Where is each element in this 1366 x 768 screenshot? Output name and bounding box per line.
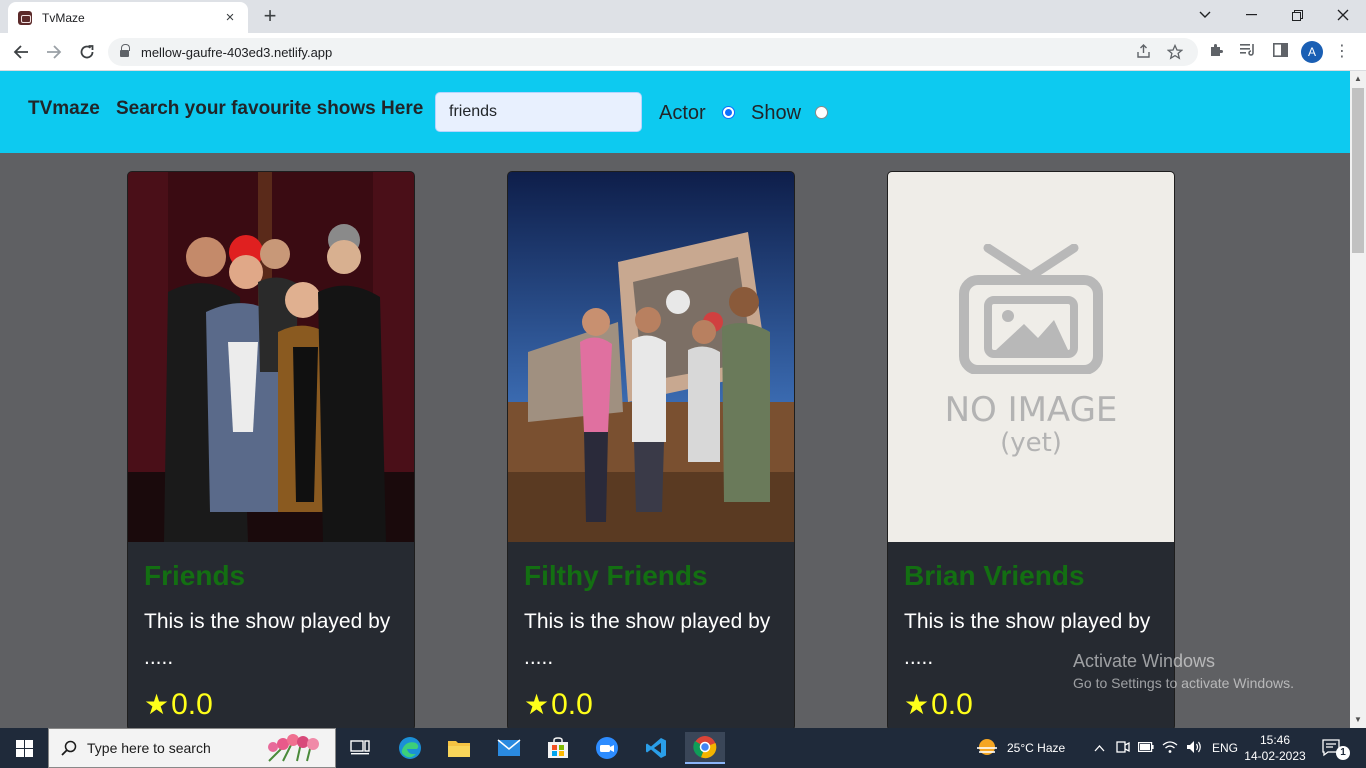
star-icon: ★ bbox=[524, 689, 550, 720]
windows-start-icon[interactable] bbox=[0, 728, 48, 768]
windows-taskbar: Type here to search 25°C Haze ENG 15:46 … bbox=[0, 728, 1366, 768]
watermark-subtitle: Go to Settings to activate Windows. bbox=[1073, 675, 1294, 691]
no-image-placeholder: NO IMAGE (yet) bbox=[888, 172, 1174, 542]
tab-title: TvMaze bbox=[42, 10, 85, 25]
side-panel-icon[interactable] bbox=[1270, 42, 1290, 62]
show-card[interactable]: Friends This is the show played by .....… bbox=[127, 171, 415, 731]
radio-show-label[interactable]: Show bbox=[751, 102, 801, 125]
show-title[interactable]: Filthy Friends bbox=[524, 560, 708, 592]
rating-value: 0.0 bbox=[171, 688, 213, 721]
zoom-icon[interactable] bbox=[587, 732, 627, 764]
watermark-title: Activate Windows bbox=[1073, 651, 1216, 671]
new-tab-button[interactable]: + bbox=[259, 4, 281, 28]
tab-search-icon[interactable] bbox=[1182, 0, 1228, 30]
address-bar[interactable]: mellow-gaufre-403ed3.netlify.app bbox=[108, 38, 1198, 66]
action-center-icon[interactable]: 1 bbox=[1322, 728, 1350, 768]
rating-value: 0.0 bbox=[931, 688, 973, 721]
kebab-menu-icon[interactable]: ⋮ bbox=[1334, 41, 1350, 63]
extensions-puzzle-icon[interactable] bbox=[1206, 42, 1226, 62]
share-icon[interactable] bbox=[1134, 44, 1152, 62]
notification-count-badge: 1 bbox=[1336, 746, 1350, 760]
input-language[interactable]: ENG bbox=[1212, 741, 1238, 755]
lock-icon[interactable] bbox=[120, 43, 130, 58]
show-title[interactable]: Brian Vriends bbox=[904, 560, 1085, 592]
rating-value: 0.0 bbox=[551, 688, 593, 721]
radio-actor-label[interactable]: Actor bbox=[659, 102, 706, 125]
chevron-up-icon[interactable] bbox=[1092, 741, 1106, 755]
taskbar-search-placeholder[interactable]: Type here to search bbox=[87, 740, 211, 756]
show-card[interactable]: NO IMAGE (yet) Brian Vriends This is the… bbox=[887, 171, 1175, 731]
radio-actor[interactable] bbox=[722, 106, 735, 119]
site-header: TVmaze Search your favourite shows Here … bbox=[0, 71, 1350, 153]
radio-show[interactable] bbox=[815, 106, 828, 119]
show-rating: ★0.0 bbox=[524, 688, 593, 722]
taskbar-search-box[interactable]: Type here to search bbox=[48, 728, 336, 768]
tulips-decoration-icon bbox=[268, 734, 319, 762]
star-icon: ★ bbox=[144, 689, 170, 720]
show-title[interactable]: Friends bbox=[144, 560, 245, 592]
search-input[interactable] bbox=[435, 92, 642, 132]
minimize-icon[interactable] bbox=[1228, 0, 1274, 30]
show-poster-image[interactable] bbox=[128, 172, 414, 542]
browser-tab[interactable]: TvMaze × bbox=[8, 2, 248, 33]
no-image-text: NO IMAGE bbox=[944, 390, 1118, 430]
scroll-down-arrow-icon[interactable]: ▼ bbox=[1350, 712, 1366, 728]
haze-sun-icon bbox=[977, 739, 997, 755]
close-window-icon[interactable] bbox=[1320, 0, 1366, 30]
task-view-icon[interactable] bbox=[340, 732, 380, 764]
mail-icon[interactable] bbox=[489, 732, 529, 764]
show-rating: ★0.0 bbox=[904, 688, 973, 722]
wifi-icon[interactable] bbox=[1162, 740, 1178, 756]
microsoft-store-icon[interactable] bbox=[538, 732, 578, 764]
show-poster-image[interactable]: NO IMAGE (yet) bbox=[888, 172, 1174, 542]
file-explorer-icon[interactable] bbox=[439, 732, 479, 764]
taskbar-clock[interactable]: 15:46 14-02-2023 bbox=[1240, 732, 1310, 764]
scrollbar-thumb[interactable] bbox=[1352, 88, 1364, 253]
show-description: This is the show played by ..... bbox=[524, 610, 771, 669]
clock-time: 15:46 bbox=[1259, 733, 1291, 747]
show-card[interactable]: Filthy Friends This is the show played b… bbox=[507, 171, 795, 731]
page-scrollbar[interactable]: ▲ ▼ bbox=[1350, 71, 1366, 728]
system-tray[interactable]: ENG bbox=[1092, 728, 1238, 768]
browser-tab-strip: TvMaze × + bbox=[0, 0, 1366, 33]
url-text[interactable]: mellow-gaufre-403ed3.netlify.app bbox=[141, 45, 332, 60]
show-rating: ★0.0 bbox=[144, 688, 213, 722]
battery-icon[interactable] bbox=[1138, 741, 1154, 755]
show-description: This is the show played by ..... bbox=[144, 610, 391, 669]
edge-browser-icon[interactable] bbox=[390, 732, 430, 764]
search-icon bbox=[61, 740, 77, 756]
forward-arrow-icon[interactable] bbox=[42, 40, 66, 64]
weather-text: 25°C Haze bbox=[1007, 741, 1066, 755]
bookmark-star-icon[interactable] bbox=[1166, 43, 1184, 62]
back-arrow-icon[interactable] bbox=[9, 40, 33, 64]
chrome-icon[interactable] bbox=[685, 732, 725, 764]
no-image-subtext: (yet) bbox=[1000, 428, 1062, 458]
reload-icon[interactable] bbox=[75, 40, 99, 64]
weather-widget[interactable]: 25°C Haze bbox=[975, 728, 1065, 768]
tab-close-button[interactable]: × bbox=[222, 9, 238, 26]
search-tagline: Search your favourite shows Here bbox=[116, 98, 424, 119]
tv-placeholder-icon bbox=[959, 244, 1103, 374]
restore-icon[interactable] bbox=[1274, 0, 1320, 30]
tvmaze-favicon-icon bbox=[18, 10, 32, 25]
vscode-icon[interactable] bbox=[636, 732, 676, 764]
show-poster-image[interactable] bbox=[508, 172, 794, 542]
star-icon: ★ bbox=[904, 689, 930, 720]
browser-toolbar: mellow-gaufre-403ed3.netlify.app A ⋮ bbox=[0, 33, 1366, 71]
clock-date: 14-02-2023 bbox=[1244, 749, 1306, 763]
volume-icon[interactable] bbox=[1186, 740, 1202, 757]
media-queue-icon[interactable] bbox=[1238, 42, 1258, 62]
meet-now-icon[interactable] bbox=[1116, 740, 1130, 757]
profile-avatar[interactable]: A bbox=[1301, 41, 1323, 63]
brand-logo-text[interactable]: TVmaze bbox=[28, 98, 100, 120]
activate-windows-watermark: Activate Windows Go to Settings to activ… bbox=[1073, 651, 1294, 691]
scroll-up-arrow-icon[interactable]: ▲ bbox=[1350, 71, 1366, 87]
